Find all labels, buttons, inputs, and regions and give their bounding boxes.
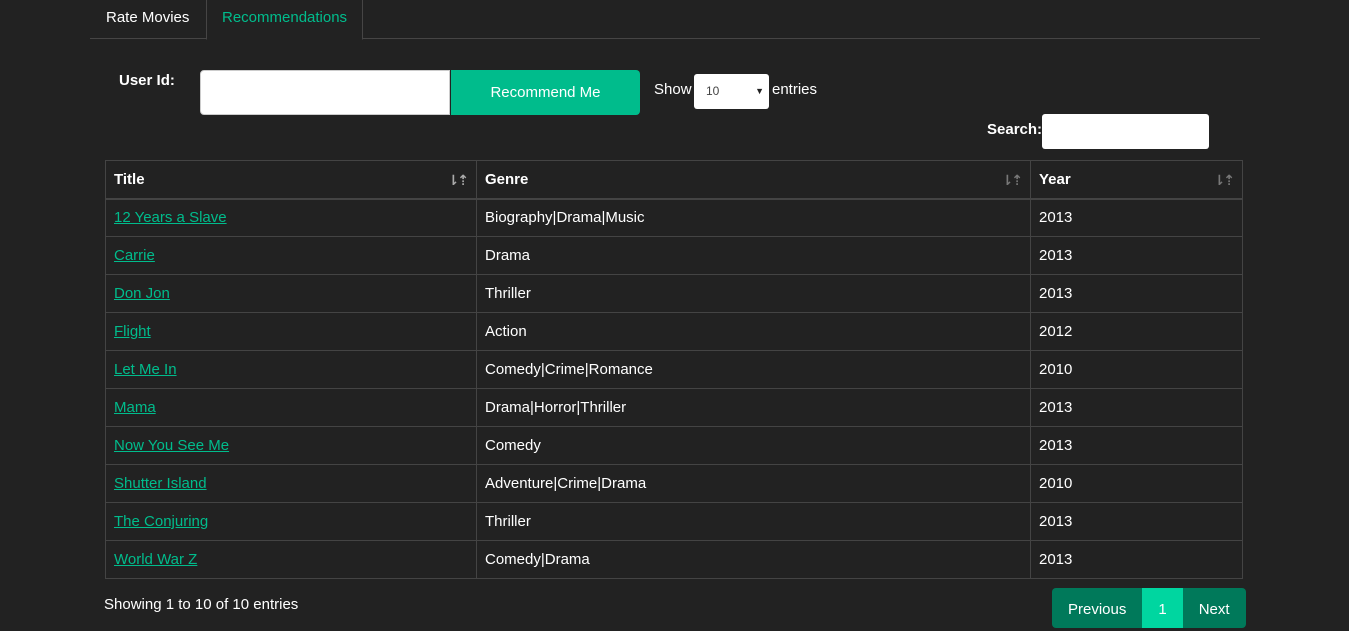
column-header-label: Title [114,170,145,188]
movie-title-link[interactable]: Now You See Me [114,437,229,454]
next-page-button[interactable]: Next [1182,588,1246,628]
movie-title-link[interactable]: Let Me In [114,361,177,378]
entries-select-value: 10 [706,84,720,98]
cell-year: 2010 [1030,350,1243,389]
cell-genre: Comedy [476,426,1031,465]
table-row: Flight Action 2012 [105,312,1243,351]
column-header-year[interactable]: Year ⇂⇡ [1030,160,1243,200]
cell-genre: Comedy|Crime|Romance [476,350,1031,389]
movie-title-link[interactable]: World War Z [114,551,197,568]
column-header-title[interactable]: Title ⇂⇡ [105,160,477,200]
cell-title: World War Z [105,540,477,579]
cell-title: Carrie [105,236,477,275]
table-row: Let Me In Comedy|Crime|Romance 2010 [105,350,1243,389]
cell-year: 2013 [1030,426,1243,465]
user-id-label: User Id: [119,72,175,89]
cell-genre: Drama [476,236,1031,275]
entries-per-page-select[interactable]: 10 ▼ [694,74,769,109]
table-info: Showing 1 to 10 of 10 entries [104,596,299,613]
cell-genre: Adventure|Crime|Drama [476,464,1031,503]
sort-icon: ⇂⇡ [1001,172,1024,188]
column-header-label: Genre [485,170,529,188]
search-label: Search: [987,121,1043,138]
cell-year: 2013 [1030,236,1243,275]
movie-title-link[interactable]: The Conjuring [114,513,208,530]
cell-year: 2012 [1030,312,1243,351]
cell-year: 2013 [1030,540,1243,579]
user-id-input[interactable] [200,70,450,115]
cell-genre: Comedy|Drama [476,540,1031,579]
table-row: Mama Drama|Horror|Thriller 2013 [105,388,1243,427]
cell-title: The Conjuring [105,502,477,541]
entries-label: entries [772,81,818,98]
cell-genre: Thriller [476,274,1031,313]
movie-title-link[interactable]: Carrie [114,247,155,264]
table-row: Now You See Me Comedy 2013 [105,426,1243,465]
previous-page-button[interactable]: Previous [1052,588,1143,628]
cell-year: 2013 [1030,198,1243,237]
sort-icon: ⇂⇡ [1213,172,1236,188]
cell-year: 2013 [1030,274,1243,313]
cell-year: 2013 [1030,388,1243,427]
recommend-me-button[interactable]: Recommend Me [451,70,640,115]
table-row: Don Jon Thriller 2013 [105,274,1243,313]
table-row: The Conjuring Thriller 2013 [105,502,1243,541]
tab-bar: Rate Movies Recommendations [90,0,1260,40]
cell-genre: Biography|Drama|Music [476,198,1031,237]
cell-title: Flight [105,312,477,351]
table-header-row: Title ⇂⇡ Genre ⇂⇡ Year ⇂⇡ [105,160,1243,200]
pagination: Previous 1 Next [1052,588,1246,628]
cell-title: Now You See Me [105,426,477,465]
tab-recommendations[interactable]: Recommendations [206,0,364,40]
cell-genre: Action [476,312,1031,351]
tab-rate-movies[interactable]: Rate Movies [91,0,204,39]
movie-title-link[interactable]: Mama [114,399,156,416]
cell-title: Shutter Island [105,464,477,503]
table-row: World War Z Comedy|Drama 2013 [105,540,1243,579]
cell-title: Mama [105,388,477,427]
cell-genre: Drama|Horror|Thriller [476,388,1031,427]
cell-genre: Thriller [476,502,1031,541]
table-row: Carrie Drama 2013 [105,236,1243,275]
dropdown-arrow-icon: ▼ [755,86,764,96]
cell-title: Let Me In [105,350,477,389]
movie-title-link[interactable]: Don Jon [114,285,170,302]
movie-title-link[interactable]: Flight [114,323,151,340]
cell-year: 2013 [1030,502,1243,541]
table-row: Shutter Island Adventure|Crime|Drama 2010 [105,464,1243,503]
search-input[interactable] [1042,114,1209,149]
cell-title: Don Jon [105,274,477,313]
column-header-genre[interactable]: Genre ⇂⇡ [476,160,1031,200]
recommendations-table: Title ⇂⇡ Genre ⇂⇡ Year ⇂⇡ 12 Years a Sla… [105,160,1243,579]
movie-title-link[interactable]: 12 Years a Slave [114,209,227,226]
page-1-button[interactable]: 1 [1142,588,1183,628]
table-row: 12 Years a Slave Biography|Drama|Music 201… [105,198,1243,237]
cell-year: 2010 [1030,464,1243,503]
column-header-label: Year [1039,170,1071,188]
sort-ascending-icon: ⇂⇡ [447,172,470,188]
cell-title: 12 Years a Slave [105,198,477,237]
show-label: Show [654,81,692,98]
movie-title-link[interactable]: Shutter Island [114,475,207,492]
